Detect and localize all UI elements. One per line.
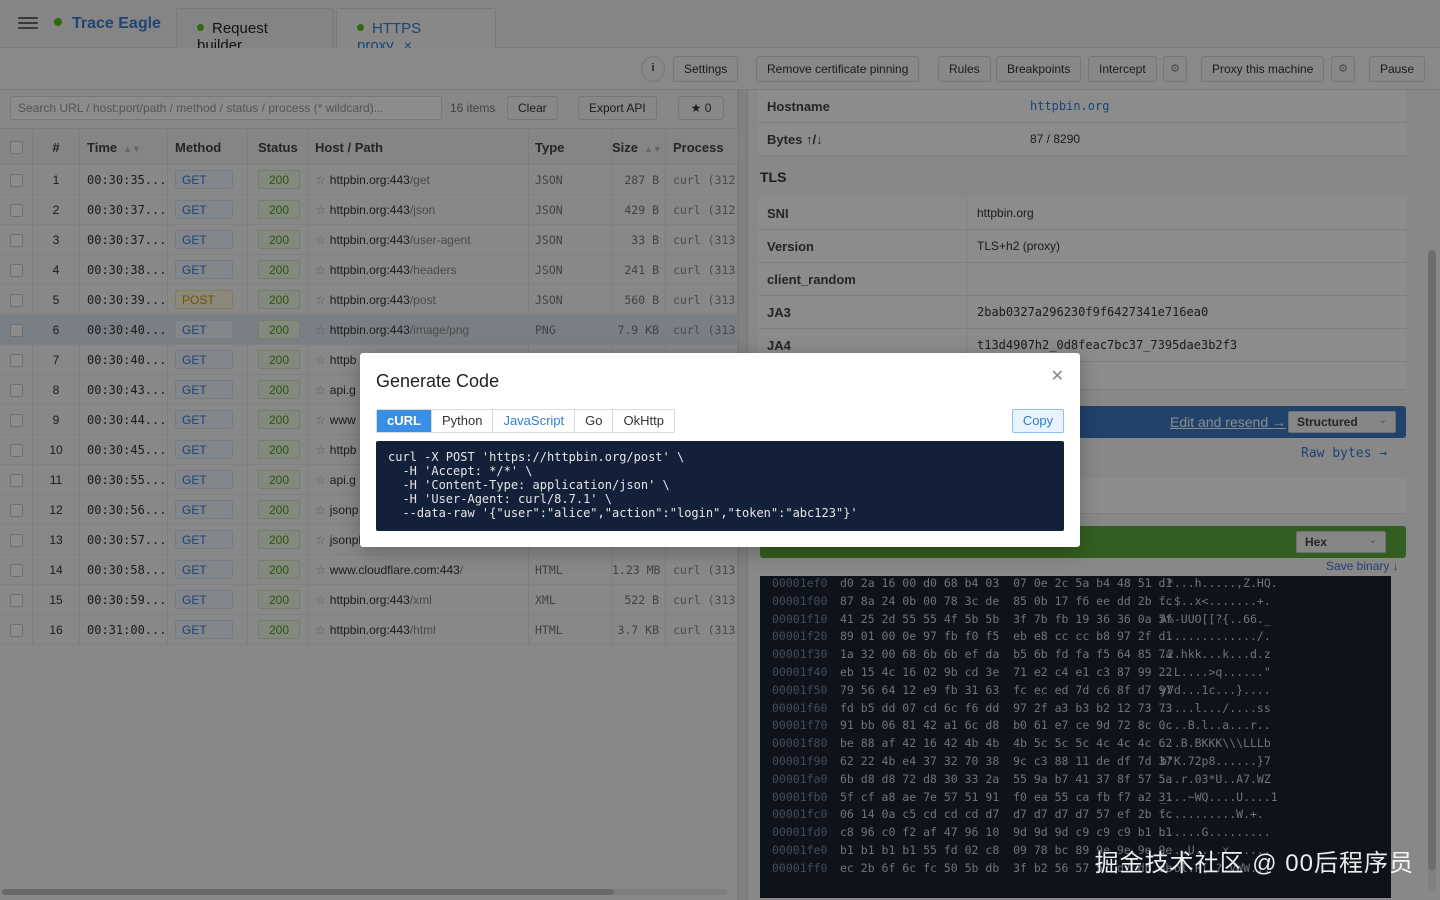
tab-javascript[interactable]: JavaScript [493, 410, 576, 432]
app-window: Trace Eagle Request builder HTTPS proxy ×… [0, 0, 1440, 900]
modal-overlay[interactable]: Generate Code ✕ cURL Python JavaScript G… [0, 0, 1440, 900]
tab-okhttp[interactable]: OkHttp [613, 410, 674, 432]
dialog-title: Generate Code [376, 371, 500, 391]
code-block: curl -X POST 'https://httpbin.org/post' … [376, 441, 1064, 531]
generate-code-dialog: Generate Code ✕ cURL Python JavaScript G… [360, 353, 1080, 547]
tab-python[interactable]: Python [431, 410, 494, 432]
copy-button[interactable]: Copy [1012, 409, 1064, 433]
tab-curl[interactable]: cURL [377, 410, 432, 432]
tab-go[interactable]: Go [575, 410, 614, 432]
language-tabs: cURL Python JavaScript Go OkHttp [376, 409, 675, 433]
close-icon[interactable]: ✕ [1051, 366, 1064, 386]
watermark: 掘金技术社区 @ 00后程序员 [1094, 850, 1414, 877]
